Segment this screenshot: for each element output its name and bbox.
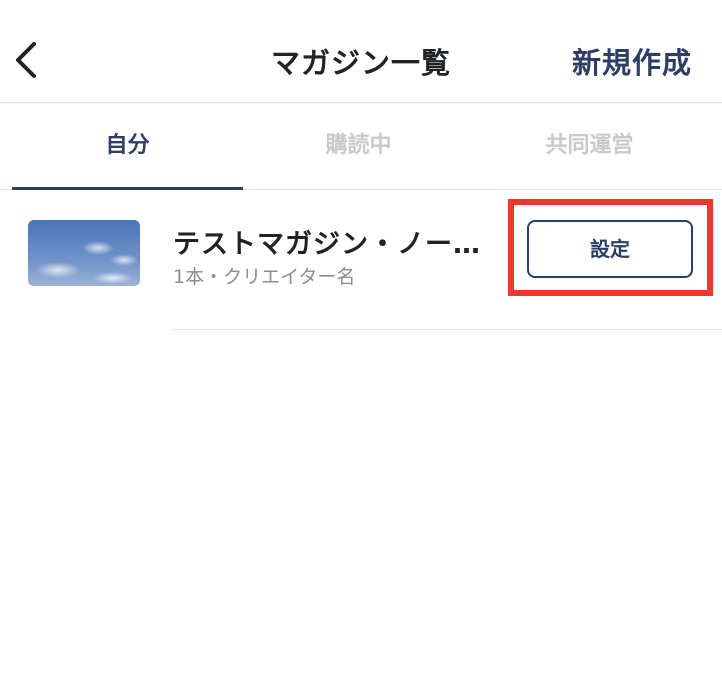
tab-mine[interactable]: 自分 <box>12 103 243 189</box>
tab-subscribed[interactable]: 購読中 <box>243 103 474 189</box>
tab-co-managed[interactable]: 共同運営 <box>474 103 705 189</box>
settings-button[interactable]: 設定 <box>527 220 693 278</box>
magazine-title: テストマガジン・ノー… <box>173 229 481 260</box>
divider <box>172 329 722 330</box>
app-header: マガジン一覧 新規作成 <box>0 0 722 103</box>
magazine-meta: 1本・クリエイター名 <box>173 266 356 288</box>
tab-bar: 自分 購読中 共同運営 <box>0 103 722 190</box>
new-magazine-button[interactable]: 新規作成 <box>572 40 692 82</box>
magazine-thumbnail <box>28 220 140 286</box>
